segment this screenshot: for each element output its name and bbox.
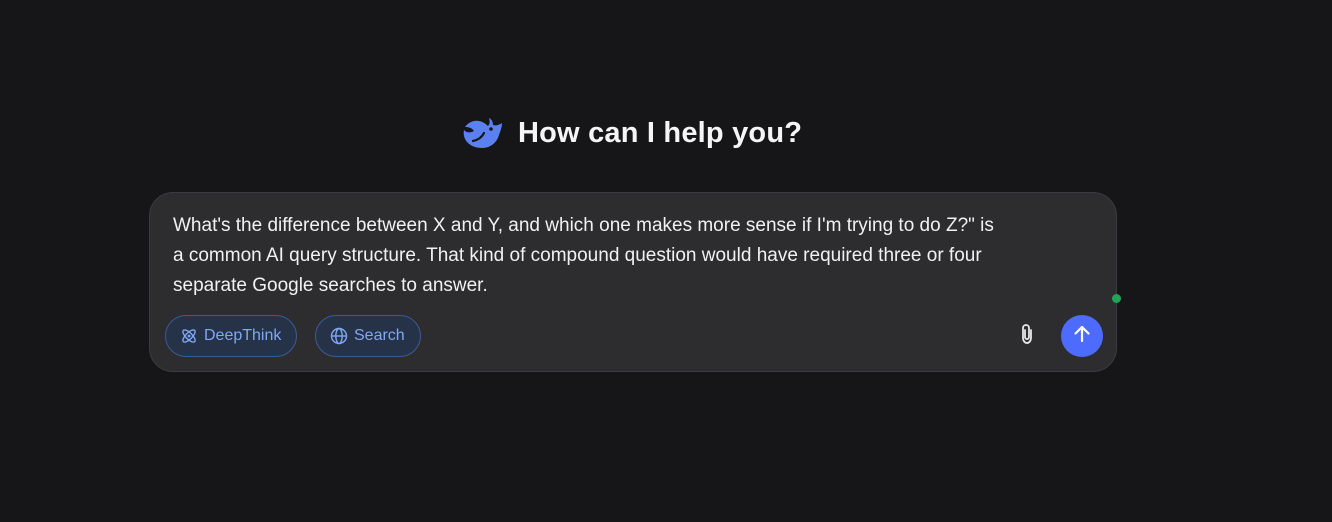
globe-icon	[330, 327, 348, 345]
message-input[interactable]: What's the difference between X and Y, a…	[173, 211, 1103, 301]
send-button[interactable]	[1061, 315, 1103, 357]
arrow-up-icon	[1072, 324, 1092, 349]
atom-icon	[180, 327, 198, 345]
paperclip-icon	[1017, 323, 1037, 350]
whale-logo-icon	[460, 115, 504, 151]
message-composer[interactable]: What's the difference between X and Y, a…	[149, 192, 1117, 372]
attach-button[interactable]	[1012, 321, 1042, 351]
search-label: Search	[354, 327, 405, 344]
greeting-title: How can I help you?	[518, 116, 803, 149]
status-dot	[1112, 294, 1121, 303]
greeting: How can I help you?	[460, 112, 802, 154]
search-button[interactable]: Search	[315, 315, 421, 357]
deepthink-button[interactable]: DeepThink	[165, 315, 298, 357]
deepthink-label: DeepThink	[204, 327, 282, 344]
chat-home: How can I help you? What's the differenc…	[0, 0, 1332, 522]
